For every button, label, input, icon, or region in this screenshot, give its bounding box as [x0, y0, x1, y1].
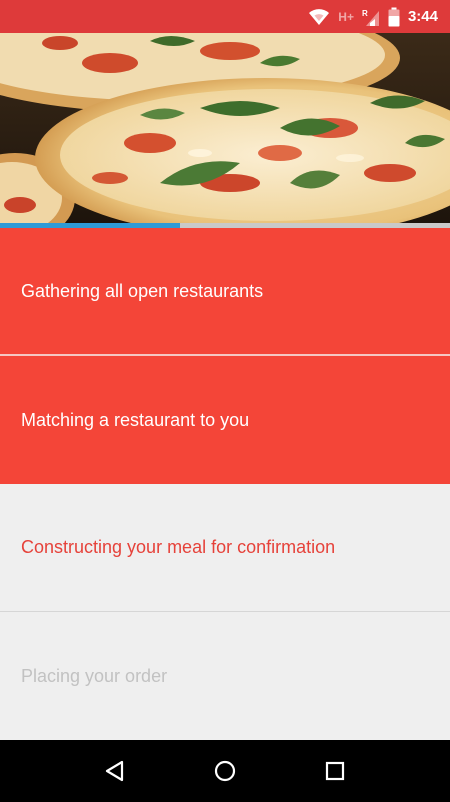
order-steps-list: Gathering all open restaurants Matching … — [0, 228, 450, 740]
step-matching-restaurant: Matching a restaurant to you — [0, 356, 450, 484]
status-bar: H+ R 3:44 — [0, 0, 450, 33]
step-label: Gathering all open restaurants — [21, 280, 264, 301]
pizza-photo — [0, 33, 450, 223]
roaming-label: R — [362, 9, 368, 18]
home-button[interactable] — [205, 751, 245, 791]
back-icon — [105, 760, 124, 782]
recents-icon — [325, 761, 345, 781]
app-screen: H+ R 3:44 Gathering all open restaurants… — [0, 0, 450, 802]
wifi-icon — [308, 8, 330, 26]
step-label: Matching a restaurant to you — [21, 409, 250, 430]
system-nav-bar — [0, 740, 450, 802]
step-label: Constructing your meal for confirmation — [21, 537, 336, 557]
battery-icon — [388, 7, 400, 27]
step-label: Placing your order — [21, 665, 168, 686]
back-button[interactable] — [95, 751, 135, 791]
network-type-label: H+ — [338, 9, 354, 24]
recents-button[interactable] — [315, 751, 355, 791]
clock: 3:44 — [407, 8, 438, 25]
home-icon — [214, 760, 236, 782]
step-constructing-meal: Constructing your meal for confirmation — [0, 484, 450, 612]
step-gathering-restaurants: Gathering all open restaurants — [0, 228, 450, 356]
signal-icon: R — [362, 7, 380, 27]
hero-image — [0, 33, 450, 223]
status-icons: H+ R 3:44 — [308, 0, 438, 33]
step-placing-order: Placing your order — [0, 612, 450, 740]
